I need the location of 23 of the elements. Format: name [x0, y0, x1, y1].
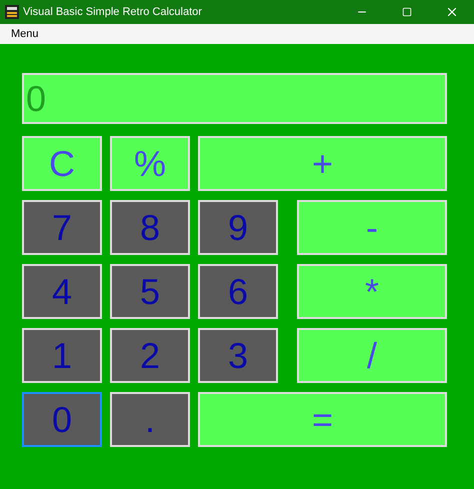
maximize-icon — [402, 7, 412, 17]
operator-button[interactable]: * — [297, 264, 447, 319]
app-icon — [5, 5, 19, 19]
digit-button[interactable]: 5 — [110, 264, 190, 319]
digit-button[interactable]: 1 — [22, 328, 102, 383]
digit-button[interactable]: . — [110, 392, 190, 447]
operator-button[interactable]: + — [198, 136, 447, 191]
function-button[interactable]: % — [110, 136, 190, 191]
digit-button[interactable]: 6 — [198, 264, 278, 319]
digit-button[interactable]: 0 — [22, 392, 102, 447]
operator-button[interactable]: / — [297, 328, 447, 383]
digit-button[interactable]: 7 — [22, 200, 102, 255]
operator-button[interactable]: - — [297, 200, 447, 255]
digit-button[interactable]: 4 — [22, 264, 102, 319]
digit-button[interactable]: 3 — [198, 328, 278, 383]
function-button[interactable]: C — [22, 136, 102, 191]
window-title: Visual Basic Simple Retro Calculator — [23, 4, 202, 20]
digit-button[interactable]: 9 — [198, 200, 278, 255]
operator-button[interactable]: = — [198, 392, 447, 447]
digit-button[interactable]: 8 — [110, 200, 190, 255]
menu-item[interactable]: Menu — [0, 26, 50, 42]
calculator-display: 0 — [22, 73, 447, 124]
digit-button[interactable]: 2 — [110, 328, 190, 383]
